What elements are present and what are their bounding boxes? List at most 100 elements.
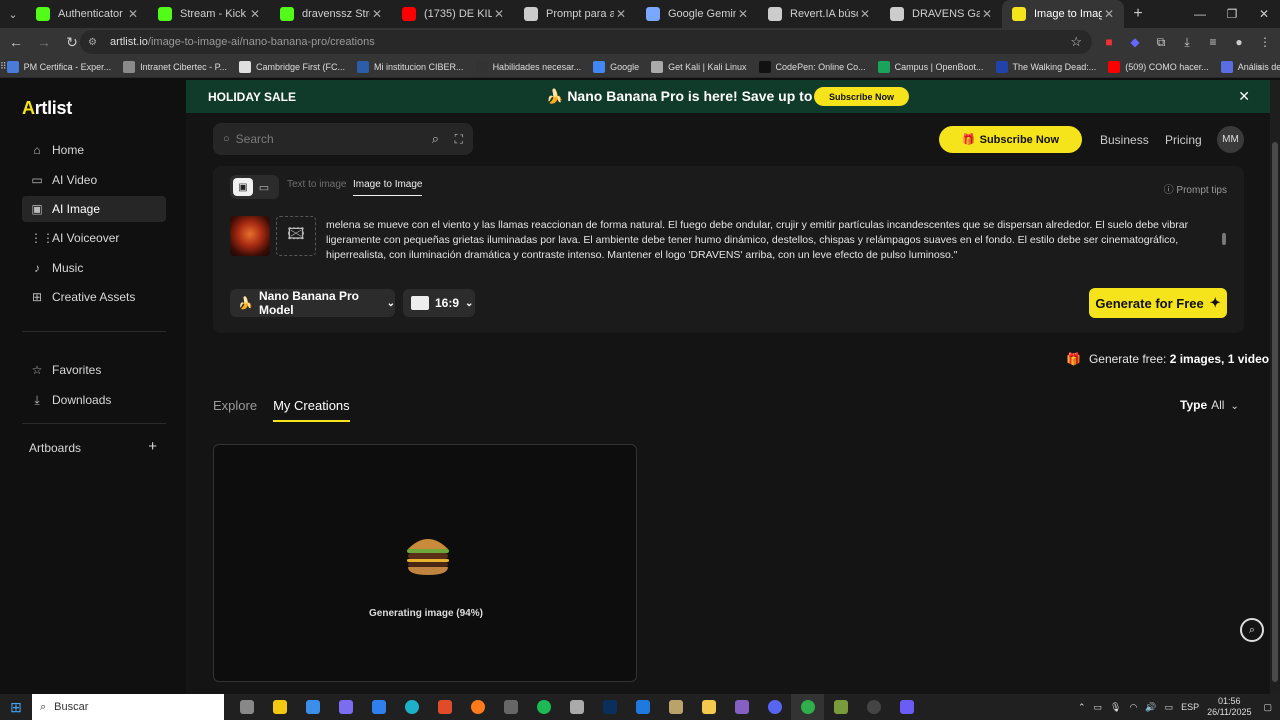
app-icon[interactable] — [560, 694, 593, 720]
windows-start-icon[interactable]: ⊞ — [0, 694, 32, 720]
browser-tab[interactable]: Stream - Kick Dashbo✕ — [148, 0, 270, 28]
close-tab-icon[interactable]: ✕ — [126, 7, 140, 21]
page-scrollbar[interactable] — [1270, 80, 1280, 694]
spotify-icon[interactable] — [527, 694, 560, 720]
close-banner-icon[interactable]: ✕ — [1238, 88, 1250, 105]
minimize-icon[interactable]: — — [1184, 0, 1216, 28]
visual-studio-icon[interactable] — [725, 694, 758, 720]
tray-app-icon[interactable]: ▭ — [1094, 702, 1103, 713]
mail-icon[interactable] — [362, 694, 395, 720]
browser-tab[interactable]: Google Gemini ✕ — [636, 0, 758, 28]
prompt-textarea[interactable]: melena se mueve con el viento y las llam… — [326, 218, 1206, 263]
visual-search-icon[interactable]: ⛶ — [455, 132, 463, 147]
copilot-icon[interactable] — [296, 694, 329, 720]
app-icon[interactable] — [824, 694, 857, 720]
bookmark-item[interactable]: Intranet Cibertec - P... — [123, 60, 227, 73]
forward-icon[interactable]: → — [32, 30, 56, 54]
edge-icon[interactable] — [395, 694, 428, 720]
search-input[interactable]: ○ Search ⌕ ⛶ — [213, 123, 473, 155]
subscribe-button[interactable]: 🎁 Subscribe Now — [939, 126, 1082, 153]
app-icon[interactable] — [626, 694, 659, 720]
chevron-up-icon[interactable]: ⌃ — [1078, 702, 1086, 713]
task-view-icon[interactable] — [230, 694, 263, 720]
add-image-button[interactable]: 🖾 — [276, 216, 316, 256]
sidebar-item-home[interactable]: ⌂ Home — [22, 137, 166, 163]
file-explorer-icon[interactable] — [692, 694, 725, 720]
bookmark-item[interactable]: CodePen: Online Co... — [758, 60, 866, 73]
notifications-icon[interactable]: ▢ — [1263, 702, 1272, 713]
business-link[interactable]: Business — [1100, 133, 1149, 147]
prompt-tips-link[interactable]: ⓘ Prompt tips — [1164, 181, 1227, 196]
bookmark-item[interactable]: PM Certifica - Exper... — [6, 60, 111, 73]
browser-tab[interactable]: Prompt para animaci✕ — [514, 0, 636, 28]
close-tab-icon[interactable]: ✕ — [492, 7, 506, 21]
restore-icon[interactable]: ❐ — [1216, 0, 1248, 28]
tab-image-to-image[interactable]: Image to Image — [353, 179, 423, 196]
store-icon[interactable] — [263, 694, 296, 720]
app-icon[interactable] — [857, 694, 890, 720]
browser-tab[interactable]: dravenssz Stream - W✕ — [270, 0, 392, 28]
sidebar-item-downloads[interactable]: ⤓ Downloads — [22, 387, 166, 413]
site-info-icon[interactable]: ⚙ — [88, 37, 102, 48]
sidebar-item-creative-assets[interactable]: ⊞ Creative Assets — [22, 284, 166, 310]
type-filter[interactable]: Type All ⌄ — [1180, 398, 1239, 412]
bookmark-item[interactable]: Mi institucion CIBER... — [357, 60, 464, 73]
menu-icon[interactable]: ⋮ — [1254, 30, 1276, 54]
sidebar-item-ai-voiceover[interactable]: ⋮⋮ AI Voiceover — [22, 225, 166, 251]
app-icon[interactable] — [428, 694, 461, 720]
close-tab-icon[interactable]: ✕ — [736, 7, 750, 21]
tab-search-icon[interactable]: ⌄ — [0, 0, 26, 28]
close-tab-icon[interactable]: ✕ — [858, 7, 872, 21]
volume-icon[interactable]: 🔊 — [1145, 702, 1156, 713]
language-indicator[interactable]: ESP — [1181, 702, 1199, 712]
model-selector[interactable]: 🍌 Nano Banana Pro Model ⌄ — [230, 289, 395, 317]
close-tab-icon[interactable]: ✕ — [248, 7, 262, 21]
bookmark-item[interactable]: Habilidades necesar... — [475, 60, 581, 73]
sidebar-item-ai-video[interactable]: ▭ AI Video — [22, 167, 166, 193]
artlist-logo[interactable]: Artlist — [22, 98, 72, 119]
tab-text-to-image[interactable]: Text to image — [287, 179, 346, 190]
close-tab-icon[interactable]: ✕ — [370, 7, 384, 21]
puzzle-icon[interactable]: ⧉ — [1150, 30, 1172, 54]
chrome-icon[interactable] — [791, 694, 824, 720]
firefox-icon[interactable] — [461, 694, 494, 720]
photoshop-icon[interactable] — [593, 694, 626, 720]
browser-tab[interactable]: DRAVENS Gaming Lo✕ — [880, 0, 1002, 28]
bookmark-star-icon[interactable]: ☆ — [1070, 34, 1082, 50]
pricing-link[interactable]: Pricing — [1165, 133, 1202, 147]
close-tab-icon[interactable]: ✕ — [614, 7, 628, 21]
extension-icon[interactable]: ■ — [1098, 30, 1120, 54]
download-tray-icon[interactable]: ⤓ — [1176, 30, 1198, 54]
browser-tab[interactable]: Authenticator en Kick✕ — [26, 0, 148, 28]
bookmark-item[interactable]: Cambridge First (FC... — [239, 60, 345, 73]
more-bookmarks-icon[interactable]: » — [1257, 62, 1262, 72]
browser-tab[interactable]: (1735) DE KILO |✕ — [392, 0, 514, 28]
app-icon[interactable] — [890, 694, 923, 720]
add-artboard-icon[interactable]: + — [148, 439, 157, 455]
image-mode-icon[interactable]: ▣ — [233, 178, 253, 196]
camera-icon[interactable] — [494, 694, 527, 720]
bookmark-item[interactable]: Campus | OpenBoot... — [877, 60, 984, 73]
tab-explore[interactable]: Explore — [213, 398, 257, 413]
battery-icon[interactable]: ▭ — [1165, 702, 1174, 713]
browser-tab[interactable]: Revert.IA búsqueda✕ — [758, 0, 880, 28]
extension-icon[interactable]: ◆ — [1124, 30, 1146, 54]
bookmark-item[interactable]: Análisis de Campeo... — [1220, 60, 1280, 73]
address-bar[interactable]: ⚙ artlist.io/image-to-image-ai/nano-bana… — [80, 30, 1092, 54]
discord-icon[interactable] — [758, 694, 791, 720]
sidebar-item-music[interactable]: ♪ Music — [22, 255, 166, 281]
generate-button[interactable]: Generate for Free ✦ — [1089, 288, 1227, 318]
clock[interactable]: 01:56 26/11/2025 — [1207, 696, 1251, 718]
taskbar-search-input[interactable]: ⌕ Buscar — [32, 694, 224, 720]
page-scrollbar-thumb[interactable] — [1272, 142, 1278, 682]
back-icon[interactable]: ← — [4, 30, 28, 54]
tab-my-creations[interactable]: My Creations — [273, 398, 350, 422]
bookmark-item[interactable]: Get Kali | Kali Linux — [651, 60, 747, 73]
sidebar-item-favorites[interactable]: ☆ Favorites — [22, 357, 166, 383]
bookmark-item[interactable]: Google — [593, 60, 639, 73]
zoom-search-icon[interactable]: ⌕ — [1240, 618, 1264, 642]
bookmark-item[interactable]: The Walking Dead:... — [995, 60, 1096, 73]
bookmark-item[interactable]: (509) COMO hacer... — [1108, 60, 1209, 73]
avatar[interactable]: MM — [1217, 126, 1244, 153]
app-icon[interactable] — [659, 694, 692, 720]
